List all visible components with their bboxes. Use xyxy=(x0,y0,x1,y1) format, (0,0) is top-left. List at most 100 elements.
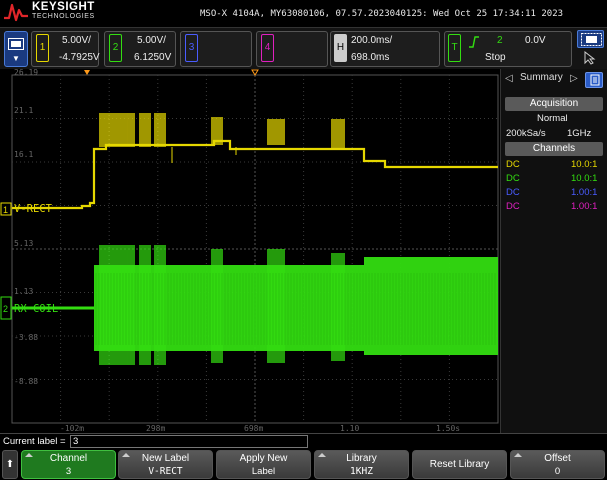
cursor-hand-icon xyxy=(584,51,596,65)
trigger-source: 2 xyxy=(497,35,503,46)
softkey-value: 1KHZ xyxy=(350,466,373,477)
channel-3-badge: 3 xyxy=(185,34,198,62)
softkey-bar: ⬆ Channel 3 New Label V-RECT Apply New L… xyxy=(0,448,607,480)
delay-marker xyxy=(251,69,259,76)
ch1-label: V-RECT xyxy=(14,203,53,215)
channel-2-settings[interactable]: 2 5.00V/ 6.1250V xyxy=(104,31,176,67)
channel-1-settings[interactable]: 1 5.00V/ -4.7925V xyxy=(31,31,100,67)
touch-lock-button[interactable] xyxy=(577,50,604,67)
softkey-label: Offset xyxy=(544,453,571,464)
y-axis-label: 26.19 xyxy=(14,69,38,77)
tab-left-arrow[interactable]: ◁ xyxy=(505,73,513,84)
x-axis-label: 1.10 xyxy=(340,424,359,433)
horizontal-delay: 698.0ms xyxy=(351,52,390,63)
reset-library-softkey[interactable]: Reset Library xyxy=(412,450,507,479)
channel-4-badge: 4 xyxy=(261,34,274,62)
new-label-softkey[interactable]: New Label V-RECT xyxy=(118,450,213,479)
channel-2-probe: 10.0:1 xyxy=(571,173,598,184)
y-axis-label: 21.1 xyxy=(14,106,33,115)
waveform-display[interactable]: 26.19 21.1 16.1 5.13 1.13 -3.88 -8.88 -102m 298m… xyxy=(0,69,500,433)
settings-bar: ▼ 1 5.00V/ -4.7925V 2 5.00V/ 6.1250V 3 4… xyxy=(0,27,607,69)
current-label-title: Current label = xyxy=(3,436,66,447)
corner-arrow-icon xyxy=(25,453,33,457)
horizontal-scale: 200.0ms/ xyxy=(351,35,393,46)
right-panel: ◁ Summary ▷ Acquisition Normal 200kSa/s … xyxy=(500,69,607,433)
softkey-label: Channel xyxy=(49,453,88,464)
softkey-label: Reset Library xyxy=(429,459,490,470)
y-axis-label: -8.88 xyxy=(14,377,38,386)
y-axis-label: 5.13 xyxy=(14,239,33,248)
panel-document-button[interactable] xyxy=(585,72,603,88)
softkey-value: 0 xyxy=(554,466,561,477)
acquisition-mode: Normal xyxy=(537,113,568,124)
channel-2-offset: 6.1250V xyxy=(134,52,172,63)
channel-3-probe: 1.00:1 xyxy=(571,187,598,198)
softkey-label: New Label xyxy=(141,453,190,464)
y-axis-label: 16.1 xyxy=(14,150,33,159)
ch2-label: RX-COIL xyxy=(14,303,58,315)
chevron-down-icon: ▼ xyxy=(12,54,20,63)
title-bar: KEYSIGHT TECHNOLOGIES MSO-X 4104A, MY630… xyxy=(0,0,607,27)
tab-right-arrow[interactable]: ▷ xyxy=(570,73,578,84)
up-arrow-icon: ⬆ xyxy=(5,459,15,470)
ch2-marker-number: 2 xyxy=(3,304,8,314)
run-state: Stop xyxy=(485,52,506,63)
brand-name: KEYSIGHT xyxy=(32,1,95,13)
softkey-label: Apply New xyxy=(239,453,288,464)
channel-2-coupling: DC xyxy=(506,173,520,184)
sample-rate: 200kSa/s xyxy=(506,128,546,139)
channel-2-scale: 5.00V/ xyxy=(137,35,166,46)
channels-heading: Channels xyxy=(505,142,603,156)
channel-3-settings[interactable]: 3 xyxy=(180,31,252,67)
channel-1-coupling: DC xyxy=(506,159,520,170)
library-softkey[interactable]: Library 1KHZ xyxy=(314,450,409,479)
scope-display-icon xyxy=(8,38,24,50)
offset-softkey[interactable]: Offset 0 xyxy=(510,450,605,479)
softkey-label: Library xyxy=(346,453,377,464)
trigger-level: 0.0V xyxy=(525,35,546,46)
channel-4-coupling: DC xyxy=(506,201,520,212)
channel-1-scale: 5.00V/ xyxy=(62,35,91,46)
acquisition-heading: Acquisition xyxy=(505,97,603,111)
trigger-badge: T xyxy=(448,34,461,62)
softkey-value: V-RECT xyxy=(148,466,183,477)
apply-new-label-softkey[interactable]: Apply New Label xyxy=(216,450,311,479)
document-icon xyxy=(590,74,600,86)
channel-1-probe: 10.0:1 xyxy=(571,159,598,170)
channel-softkey[interactable]: Channel 3 xyxy=(21,450,116,479)
corner-arrow-icon xyxy=(318,453,326,457)
horizontal-badge: H xyxy=(334,34,347,62)
x-axis-label: 1.50s xyxy=(436,424,460,433)
ch1-marker-number: 1 xyxy=(3,205,8,215)
bandwidth: 1GHz xyxy=(567,128,592,139)
channel-3-coupling: DC xyxy=(506,187,520,198)
zoom-waveform-icon xyxy=(581,33,602,46)
channel-1-badge: 1 xyxy=(36,34,49,62)
keysight-logo-icon xyxy=(4,3,28,22)
x-axis-label: 298m xyxy=(146,424,165,433)
main-menu-button[interactable]: ▼ xyxy=(4,31,28,67)
zoom-display-button[interactable] xyxy=(577,30,604,48)
back-button[interactable]: ⬆ xyxy=(2,450,18,479)
trigger-settings[interactable]: T 2 0.0V Stop xyxy=(444,31,572,67)
horizontal-settings[interactable]: H 200.0ms/ 698.0ms xyxy=(330,31,440,67)
corner-arrow-icon xyxy=(122,453,130,457)
tab-summary[interactable]: Summary xyxy=(520,72,563,90)
softkey-value: Label xyxy=(251,466,276,477)
x-axis-label: -102m xyxy=(60,424,84,433)
channel-4-probe: 1.00:1 xyxy=(571,201,598,212)
channel-4-settings[interactable]: 4 xyxy=(256,31,328,67)
rising-edge-icon xyxy=(469,36,479,48)
instrument-info: MSO-X 4104A, MY63080106, 07.57.202304012… xyxy=(200,9,564,19)
corner-arrow-icon xyxy=(514,453,522,457)
channel-2-badge: 2 xyxy=(109,34,122,62)
trigger-position-marker xyxy=(84,70,90,75)
softkey-value: 3 xyxy=(65,466,72,477)
channel-1-offset: -4.7925V xyxy=(59,52,100,63)
current-label-bar: Current label = 3 xyxy=(0,433,607,448)
graticule-grid: 26.19 21.1 16.1 5.13 1.13 -3.88 -8.88 -102m 298m… xyxy=(0,69,499,433)
x-axis-label: 698m xyxy=(244,424,263,433)
y-axis-label: -3.88 xyxy=(14,333,38,342)
y-axis-label: 1.13 xyxy=(14,287,33,296)
current-label-input[interactable]: 3 xyxy=(70,435,308,448)
